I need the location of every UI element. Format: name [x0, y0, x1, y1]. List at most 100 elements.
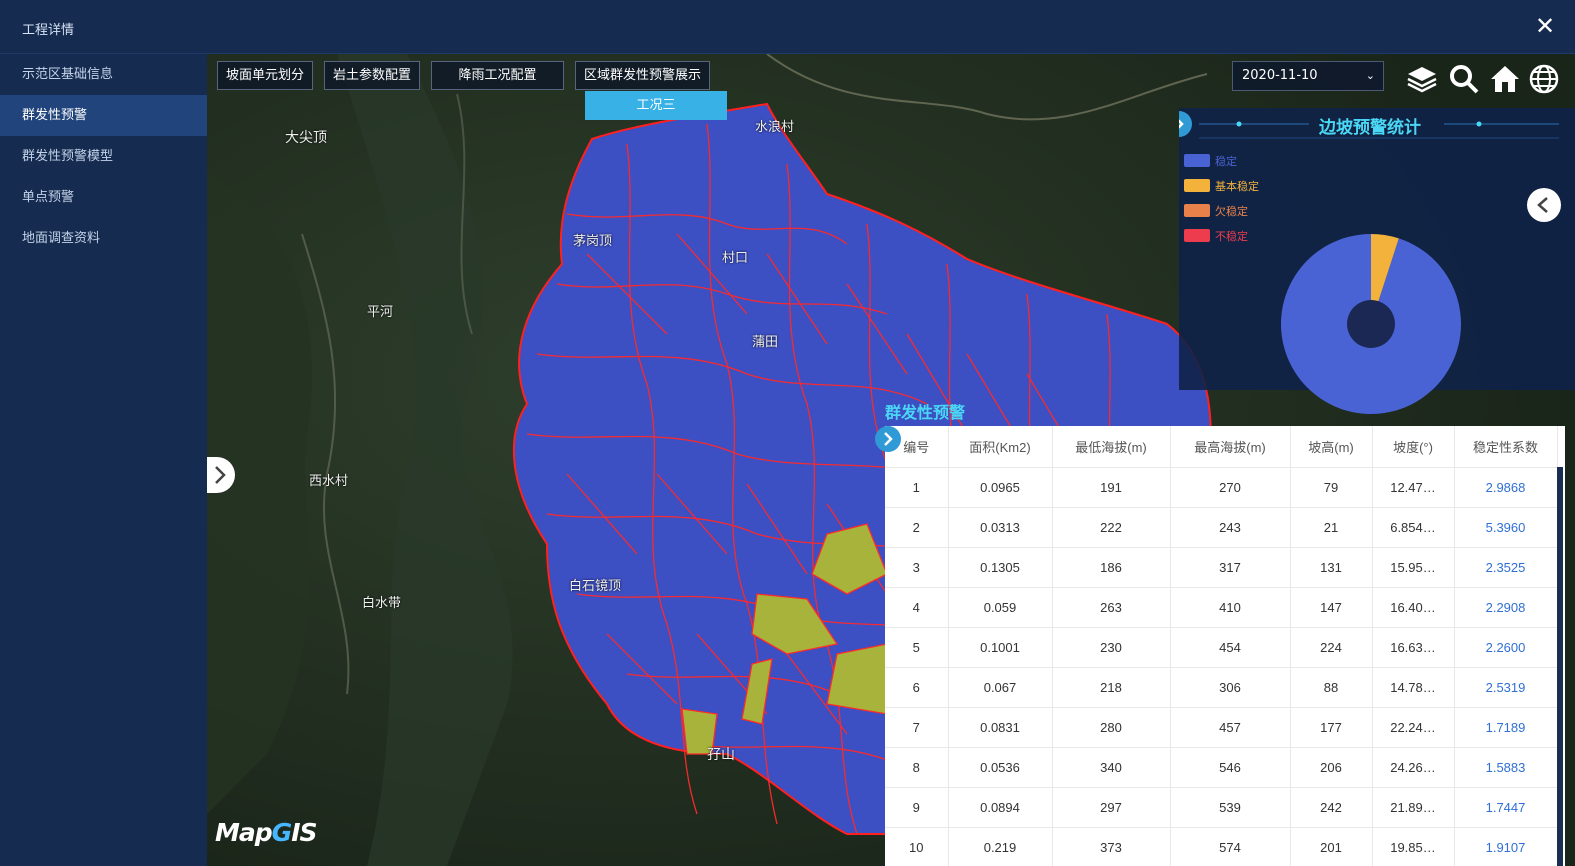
table-cell: 12.47…	[1372, 467, 1455, 508]
table-cell: 0.059	[948, 587, 1053, 628]
table-cell: 539	[1170, 787, 1291, 828]
table-row[interactable]: 6 0.067 218 306 88 14.78… 2.5319	[885, 667, 1558, 708]
table-row[interactable]: 8 0.0536 340 546 206 24.26… 1.5883	[885, 747, 1558, 788]
stability-coefficient-cell[interactable]: 2.9868	[1454, 467, 1558, 508]
place-label: 白石镜顶	[569, 579, 622, 594]
column-header[interactable]: 稳定性系数	[1454, 426, 1558, 468]
table-cell: 191	[1052, 467, 1171, 508]
table-cell: 243	[1170, 507, 1291, 548]
legend-item: 基本稳定	[1184, 173, 1259, 198]
table-row[interactable]: 9 0.0894 297 539 242 21.89… 1.7447	[885, 787, 1558, 828]
table-cell: 222	[1052, 507, 1171, 548]
column-header[interactable]: 最低海拔(m)	[1052, 426, 1171, 468]
legend-swatch	[1184, 229, 1210, 242]
table-row[interactable]: 7 0.0831 280 457 177 22.24… 1.7189	[885, 707, 1558, 748]
stability-coefficient-cell[interactable]: 1.7189	[1454, 707, 1558, 748]
table-cell: 8	[885, 747, 949, 788]
date-value: 2020-11-10	[1242, 68, 1318, 83]
table-cell: 270	[1170, 467, 1291, 508]
group-warning-label: 群发性预警	[885, 403, 966, 422]
sidebar-item-single-warning[interactable]: 单点预警	[0, 177, 207, 218]
stability-coefficient-cell[interactable]: 2.5319	[1454, 667, 1558, 708]
regional-warning-button[interactable]: 区域群发性预警展示	[575, 61, 711, 90]
legend-item: 稳定	[1184, 148, 1259, 173]
table-cell: 16.40…	[1372, 587, 1455, 628]
table-cell: 263	[1052, 587, 1171, 628]
table-cell: 19.85…	[1372, 827, 1455, 866]
stability-coefficient-cell[interactable]: 5.3960	[1454, 507, 1558, 548]
place-label: 平河	[367, 305, 394, 320]
date-select[interactable]: 2020-11-10 ⌄	[1232, 61, 1384, 91]
slope-warning-stat-panel: 边坡预警统计 稳定 基本稳定 欠稳定 不稳定	[1179, 108, 1575, 415]
legend-label: 稳定	[1215, 154, 1237, 168]
stability-coefficient-cell[interactable]: 2.2908	[1454, 587, 1558, 628]
search-icon[interactable]	[1447, 62, 1481, 96]
table-cell: 230	[1052, 627, 1171, 668]
sidebar-item-survey-data[interactable]: 地面调查资料	[0, 218, 207, 259]
logo-text: IS	[291, 818, 317, 847]
place-label: 水浪村	[755, 120, 795, 135]
globe-icon[interactable]	[1527, 62, 1561, 96]
table-cell: 454	[1170, 627, 1291, 668]
warning-table-panel: 编号 面积(Km2) 最低海拔(m) 最高海拔(m) 坡高(m) 坡度(°) 稳…	[885, 426, 1565, 866]
column-header[interactable]: 最高海拔(m)	[1170, 426, 1291, 468]
stability-coefficient-cell[interactable]: 1.5883	[1454, 747, 1558, 788]
table-row[interactable]: 2 0.0313 222 243 21 6.854… 5.3960	[885, 507, 1558, 548]
close-icon[interactable]: ✕	[1533, 14, 1557, 38]
rock-soil-param-button[interactable]: 岩土参数配置	[324, 61, 421, 90]
stability-coefficient-cell[interactable]: 1.9107	[1454, 827, 1558, 866]
condition-option[interactable]: 工况三	[585, 91, 727, 120]
stability-coefficient-cell[interactable]: 1.7447	[1454, 787, 1558, 828]
table-scrollbar[interactable]	[1557, 467, 1563, 866]
table-row[interactable]: 4 0.059 263 410 147 16.40… 2.2908	[885, 587, 1558, 628]
table-cell: 7	[885, 707, 949, 748]
home-icon[interactable]	[1488, 62, 1522, 96]
window-title: 工程详情	[22, 23, 75, 38]
table-row[interactable]: 5 0.1001 230 454 224 16.63… 2.2600	[885, 627, 1558, 668]
table-row[interactable]: 1 0.0965 191 270 79 12.47… 2.9868	[885, 467, 1558, 508]
table-cell: 0.219	[948, 827, 1053, 866]
stability-coefficient-cell[interactable]: 2.3525	[1454, 547, 1558, 588]
table-panel-toggle[interactable]	[875, 426, 901, 452]
table-cell: 0.0894	[948, 787, 1053, 828]
table-cell: 0.1001	[948, 627, 1053, 668]
table-header-row: 编号 面积(Km2) 最低海拔(m) 最高海拔(m) 坡高(m) 坡度(°) 稳…	[885, 426, 1558, 468]
table-row[interactable]: 3 0.1305 186 317 131 15.95… 2.3525	[885, 547, 1558, 588]
pie-hole	[1347, 300, 1395, 348]
table-cell: 457	[1170, 707, 1291, 748]
table-cell: 201	[1290, 827, 1373, 866]
column-header[interactable]: 坡度(°)	[1372, 426, 1455, 468]
table-cell: 410	[1170, 587, 1291, 628]
table-cell: 574	[1170, 827, 1291, 866]
table-cell: 280	[1052, 707, 1171, 748]
legend-label: 不稳定	[1215, 229, 1248, 243]
legend-label: 欠稳定	[1215, 204, 1248, 218]
table-row[interactable]: 10 0.219 373 574 201 19.85… 1.9107	[885, 827, 1558, 866]
left-panel-toggle[interactable]	[207, 457, 235, 493]
table-cell: 546	[1170, 747, 1291, 788]
place-label: 村口	[722, 251, 749, 266]
stability-coefficient-cell[interactable]: 2.2600	[1454, 627, 1558, 668]
table-cell: 373	[1052, 827, 1171, 866]
table-cell: 317	[1170, 547, 1291, 588]
table-cell: 24.26…	[1372, 747, 1455, 788]
map-view[interactable]: 大尖顶 茅岗顶 水浪村 村口 蒲田 平河 西水村 白水带 白石镜顶 孖山 坡面单…	[207, 54, 1575, 866]
slope-unit-button[interactable]: 坡面单元划分	[217, 61, 314, 90]
column-header[interactable]: 面积(Km2)	[948, 426, 1053, 468]
place-label: 白水带	[362, 596, 402, 611]
sidebar-item-basic-info[interactable]: 示范区基础信息	[0, 54, 207, 95]
sidebar: 示范区基础信息 群发性预警 群发性预警模型 单点预警 地面调查资料	[0, 54, 207, 866]
table-cell: 340	[1052, 747, 1171, 788]
mapgis-logo: MapGIS	[215, 818, 318, 847]
sidebar-item-warning-model[interactable]: 群发性预警模型	[0, 136, 207, 177]
right-panel-toggle[interactable]	[1527, 188, 1561, 222]
table-cell: 21.89…	[1372, 787, 1455, 828]
legend-swatch	[1184, 179, 1210, 192]
table-cell: 0.067	[948, 667, 1053, 708]
table-cell: 5	[885, 627, 949, 668]
layers-icon[interactable]	[1405, 62, 1439, 96]
place-label: 大尖顶	[285, 130, 327, 146]
column-header[interactable]: 坡高(m)	[1290, 426, 1373, 468]
sidebar-item-group-warning[interactable]: 群发性预警	[0, 95, 207, 136]
rainfall-config-button[interactable]: 降雨工况配置	[431, 61, 565, 90]
